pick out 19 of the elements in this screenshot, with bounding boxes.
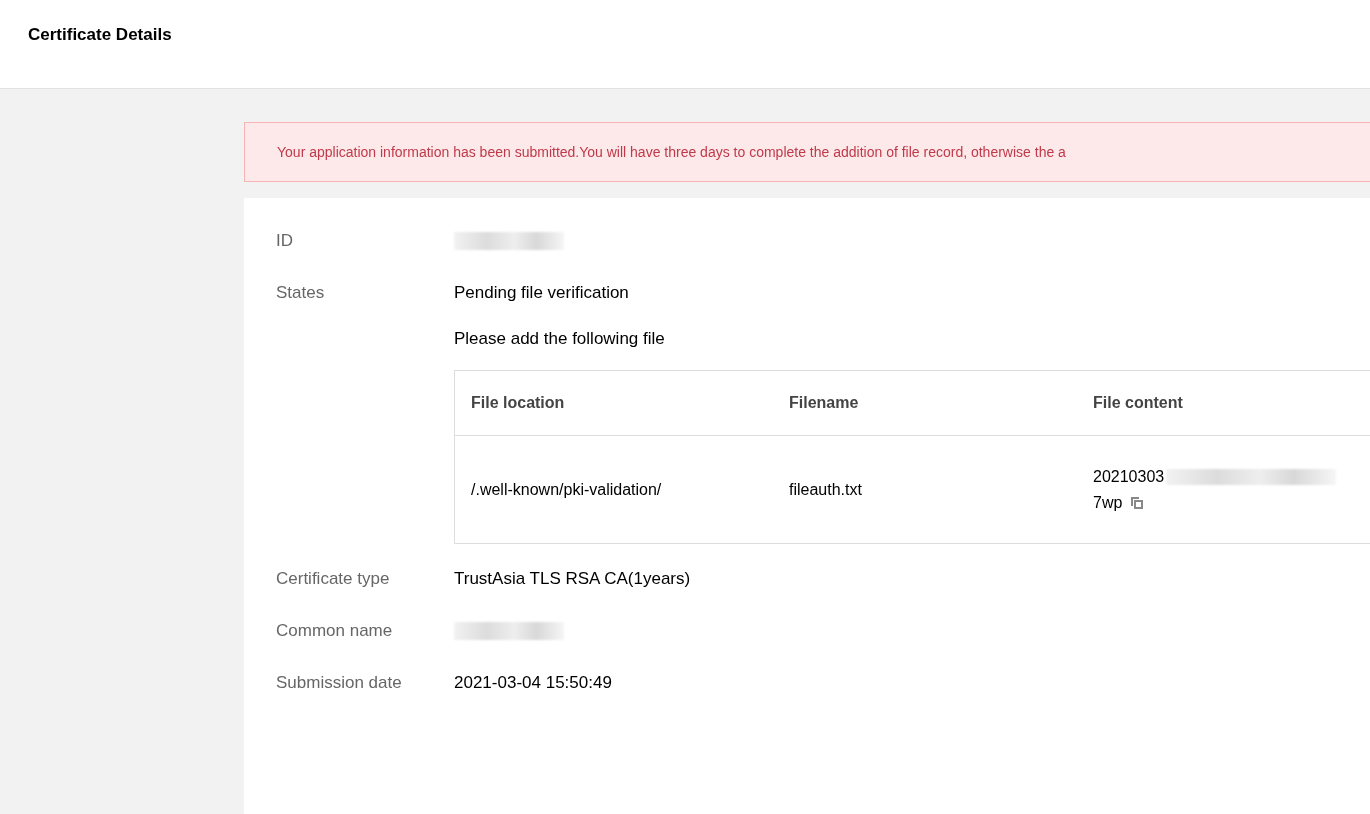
content-text: 7wp <box>1093 492 1123 513</box>
field-value: 2021-03-04 15:50:49 <box>454 673 612 692</box>
column-header: File location <box>470 393 566 413</box>
field-label: Submission date <box>276 672 403 694</box>
column-header: Filename <box>788 393 860 413</box>
field-label: ID <box>276 230 294 252</box>
page-title: Certificate Details <box>28 25 172 45</box>
alert-message: Your application information has been submitted.You will have three days to complete the addition of file record, otherwise the a <box>277 144 1066 160</box>
instruction-text: Please add the following file <box>454 328 666 350</box>
content-text: 20210303 <box>1093 466 1165 487</box>
column-header: File content <box>1092 393 1184 413</box>
field-label: States <box>276 282 326 304</box>
copy-icon[interactable] <box>1130 495 1145 510</box>
field-label: Common name <box>276 620 394 642</box>
table-cell-text: fileauth.txt <box>788 479 863 500</box>
status-text: Pending file verification <box>454 282 630 304</box>
field-label: Certificate type <box>276 568 391 590</box>
table-cell-text: /.well-known/pki-validation/ <box>470 479 663 500</box>
field-value: TrustAsia TLS RSA CA(1years) <box>454 569 691 588</box>
